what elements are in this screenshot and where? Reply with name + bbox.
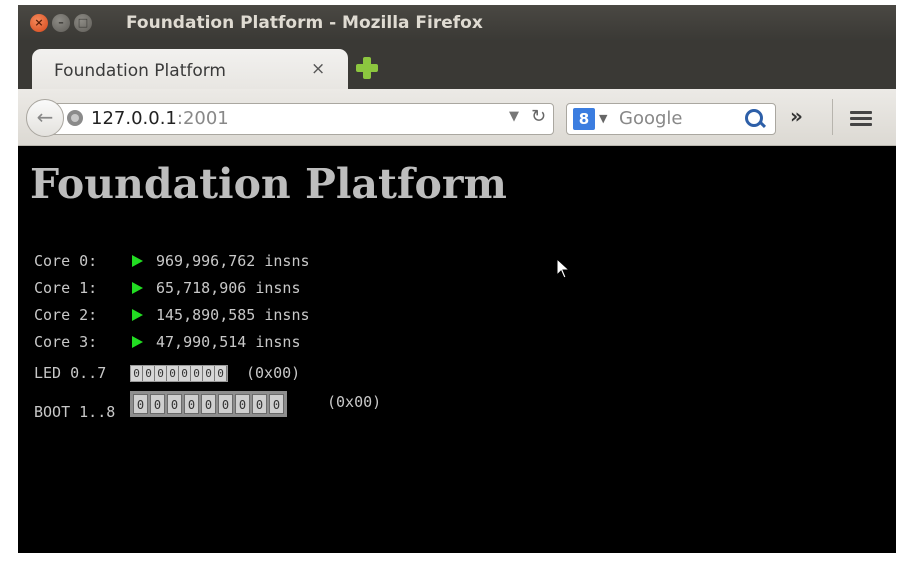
close-window-icon[interactable]: ×: [30, 14, 48, 32]
tab-label: Foundation Platform: [54, 61, 226, 81]
reload-icon[interactable]: ↻: [531, 106, 546, 127]
boot-switches: 0 0 0 0 0 0 0 0 0: [130, 391, 287, 417]
title-bar: × – □ Foundation Platform - Mozilla Fire…: [18, 5, 896, 41]
toolbar-separator: [832, 99, 833, 135]
back-arrow-icon: ←: [36, 105, 54, 129]
search-icon[interactable]: [745, 109, 763, 127]
search-bar[interactable]: 8 ▼ Google: [566, 103, 776, 135]
boot-switch[interactable]: 0: [235, 394, 250, 414]
page-title: Foundation Platform: [30, 160, 507, 208]
boot-switch[interactable]: 0: [201, 394, 216, 414]
search-placeholder: Google: [619, 108, 683, 129]
window-title: Foundation Platform - Mozilla Firefox: [126, 13, 483, 33]
core-instruction-count: 65,718,906 insns: [156, 279, 301, 297]
core-instruction-count: 145,890,585 insns: [156, 306, 310, 324]
core-label: Core 0:: [34, 252, 98, 270]
boot-switch[interactable]: 0: [167, 394, 182, 414]
page-content: Foundation Platform Core 0: 969,996,762 …: [18, 146, 896, 553]
back-button[interactable]: ←: [26, 99, 64, 137]
boot-switch[interactable]: 0: [269, 394, 284, 414]
navigation-bar: 127.0.0.1:2001 ▼ ↻ ← 8 ▼ Google »: [18, 89, 896, 146]
led-cell: 0: [155, 366, 167, 381]
new-tab-icon[interactable]: [356, 57, 378, 79]
core-instruction-count: 969,996,762 insns: [156, 252, 310, 270]
core-label: Core 2:: [34, 306, 98, 324]
tab-strip: Foundation Platform ×: [18, 41, 896, 89]
tab-foundation-platform[interactable]: Foundation Platform ×: [32, 49, 348, 89]
led-cell: 0: [143, 366, 155, 381]
core-instruction-count: 47,990,514 insns: [156, 333, 301, 351]
boot-label: BOOT 1..8: [34, 403, 116, 421]
browser-window: × – □ Foundation Platform - Mozilla Fire…: [18, 5, 896, 553]
running-play-icon: [132, 336, 143, 348]
running-play-icon: [132, 282, 143, 294]
led-cell: 0: [203, 366, 215, 381]
boot-switch[interactable]: 0: [133, 394, 148, 414]
url-host: 127.0.0.1: [91, 108, 177, 129]
overflow-chevron-icon[interactable]: »: [790, 104, 803, 128]
maximize-window-icon[interactable]: □: [74, 14, 92, 32]
core-label: Core 1:: [34, 279, 98, 297]
tab-close-icon[interactable]: ×: [311, 59, 325, 79]
search-engine-dropdown-icon[interactable]: ▼: [599, 112, 607, 125]
led-cell: 0: [167, 366, 179, 381]
boot-switch[interactable]: 0: [184, 394, 199, 414]
led-cell: 0: [131, 366, 143, 381]
minimize-window-icon[interactable]: –: [52, 14, 70, 32]
led-cell: 0: [215, 366, 227, 381]
core-label: Core 3:: [34, 333, 98, 351]
boot-hex-value: (0x00): [327, 393, 382, 411]
running-play-icon: [132, 255, 143, 267]
hamburger-menu-icon[interactable]: [850, 111, 872, 126]
globe-icon: [67, 110, 83, 126]
url-bar[interactable]: 127.0.0.1:2001 ▼ ↻: [52, 103, 554, 135]
led-label: LED 0..7: [34, 364, 107, 382]
boot-switch[interactable]: 0: [252, 394, 267, 414]
led-cell: 0: [179, 366, 191, 381]
led-cell: 0: [191, 366, 203, 381]
led-display: 0 0 0 0 0 0 0 0: [130, 365, 228, 382]
boot-switch[interactable]: 0: [218, 394, 233, 414]
url-dropdown-icon[interactable]: ▼: [509, 109, 519, 124]
led-hex-value: (0x00): [246, 364, 301, 382]
boot-switch[interactable]: 0: [150, 394, 165, 414]
running-play-icon: [132, 309, 143, 321]
url-port: :2001: [176, 108, 229, 129]
url-text: 127.0.0.1:2001: [91, 108, 229, 129]
mouse-cursor-icon: [556, 258, 571, 279]
google-icon[interactable]: 8: [573, 108, 595, 130]
